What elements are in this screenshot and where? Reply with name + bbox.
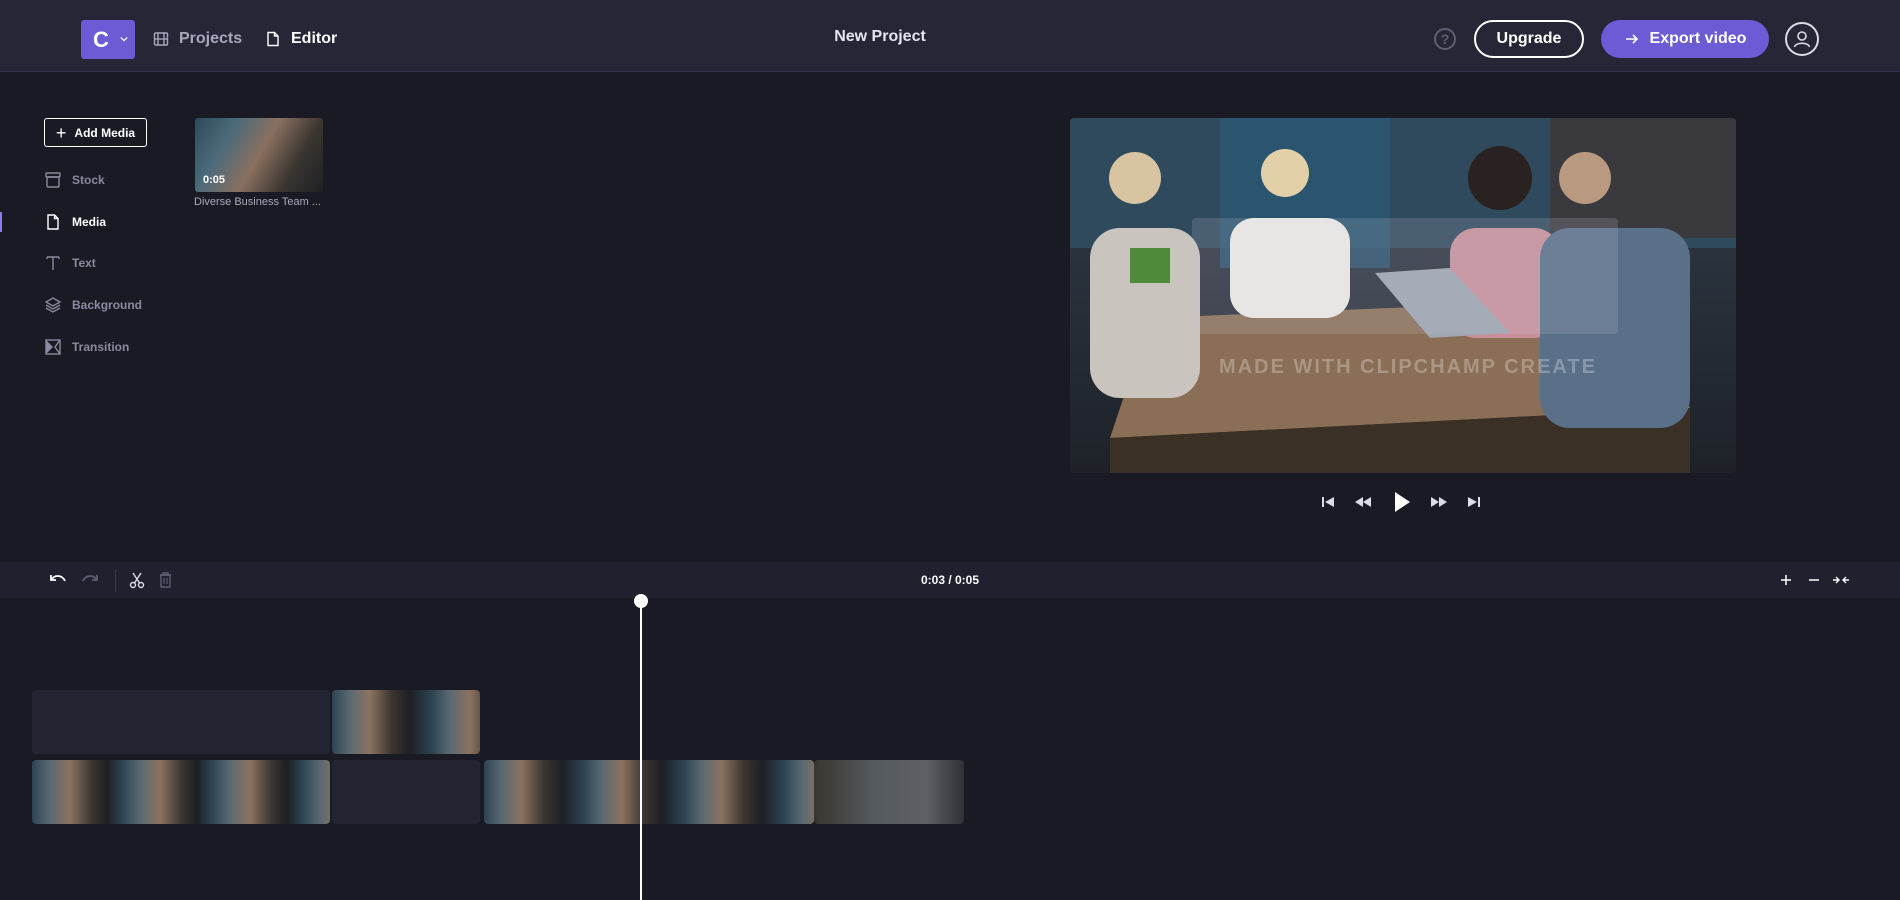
nav-editor[interactable]: Editor (265, 26, 337, 52)
skip-to-end-icon[interactable] (1466, 494, 1482, 510)
file-icon (47, 214, 59, 230)
avatar[interactable] (1785, 22, 1819, 56)
user-icon (1793, 31, 1811, 48)
playhead[interactable] (640, 598, 642, 900)
video-clip[interactable] (332, 690, 480, 754)
playback-controls (1310, 490, 1510, 518)
sidebar-item-background[interactable]: Background (44, 293, 142, 317)
watermark-text: MADE WITH CLIPCHAMP CREATE (1219, 356, 1597, 378)
timeline-toolbar: 0:03 / 0:05 (0, 562, 1900, 598)
project-title[interactable]: New Project (780, 28, 980, 46)
media-caption: Diverse Business Team ... (194, 196, 321, 208)
arrow-right-icon (1625, 34, 1638, 44)
toolbar-divider (115, 570, 116, 592)
logo-letter: C (93, 26, 109, 52)
time-readout: 0:03 / 0:05 (920, 573, 980, 587)
app-menu-button[interactable]: C (81, 20, 135, 59)
empty-track-slot[interactable] (332, 760, 480, 824)
playhead-handle[interactable] (634, 594, 648, 608)
sidebar-item-media[interactable]: Media (44, 210, 106, 234)
help-icon[interactable]: ? (1434, 28, 1456, 50)
empty-track-slot[interactable] (32, 690, 330, 754)
add-media-button[interactable]: + Add Media (44, 118, 147, 147)
export-video-label: Export video (1649, 30, 1747, 47)
video-preview[interactable]: MADE WITH CLIPCHAMP CREATE (1070, 118, 1736, 473)
fast-forward-icon[interactable] (1430, 494, 1448, 510)
redo-icon[interactable] (80, 571, 100, 589)
fit-to-screen-icon[interactable] (1832, 573, 1850, 587)
zoom-out-icon[interactable] (1807, 573, 1821, 587)
nav-projects-label: Projects (179, 30, 243, 47)
chevron-down-icon (120, 36, 128, 42)
trash-icon[interactable] (158, 571, 173, 589)
video-clip[interactable] (32, 760, 330, 824)
undo-icon[interactable] (48, 571, 68, 589)
film-icon (153, 32, 169, 46)
active-indicator (0, 212, 2, 232)
nav-projects[interactable]: Projects (153, 26, 242, 52)
stock-icon (45, 172, 61, 188)
media-duration: 0:05 (203, 174, 226, 186)
sidebar-item-label: Text (72, 256, 96, 270)
plus-icon: + (55, 122, 67, 143)
sidebar-item-text[interactable]: Text (44, 251, 96, 275)
zoom-in-icon[interactable] (1779, 573, 1793, 587)
video-clip[interactable] (484, 760, 814, 824)
sidebar-item-transition[interactable]: Transition (44, 335, 129, 359)
top-bar: C Projects Editor New Project ? Upgrade … (0, 0, 1900, 72)
add-media-label: Add Media (74, 125, 136, 140)
sidebar-item-label: Stock (72, 173, 105, 187)
sidebar-item-label: Media (72, 215, 107, 229)
file-icon (267, 31, 279, 47)
upgrade-button[interactable]: Upgrade (1474, 20, 1584, 58)
rewind-icon[interactable] (1354, 494, 1372, 510)
layers-icon (44, 297, 62, 313)
video-clip-transition[interactable] (814, 760, 964, 824)
skip-to-start-icon[interactable] (1320, 494, 1336, 510)
transition-icon (45, 339, 61, 355)
scissors-icon[interactable] (129, 571, 145, 589)
watermark-logo-box (1192, 218, 1618, 334)
sidebar-item-stock[interactable]: Stock (44, 168, 105, 192)
sidebar-item-label: Background (72, 298, 143, 312)
text-icon (46, 256, 60, 270)
nav-editor-label: Editor (291, 30, 338, 47)
sidebar-item-label: Transition (72, 340, 130, 354)
media-thumbnail[interactable]: 0:05 (195, 118, 323, 192)
export-video-button[interactable]: Export video (1601, 20, 1769, 58)
play-icon[interactable] (1392, 490, 1412, 514)
